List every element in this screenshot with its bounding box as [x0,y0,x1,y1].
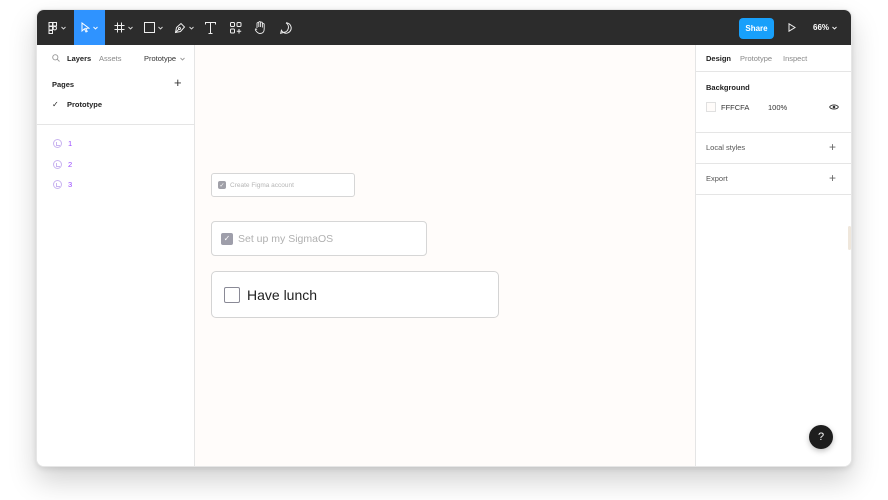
shape-tool-icon[interactable] [140,10,166,45]
tab-assets[interactable]: Assets [99,54,122,63]
add-style-icon[interactable]: + [829,141,836,153]
share-button[interactable]: Share [739,18,774,39]
todo-card-2[interactable]: ✓ Set up my SigmaOS [211,221,427,256]
page-dropdown-label: Prototype [144,54,177,63]
chevron-down-icon [61,26,66,30]
divider [696,163,851,164]
background-opacity[interactable]: 100% [768,103,787,112]
help-button[interactable]: ? [809,425,833,449]
page-dropdown[interactable]: Prototype [144,54,186,63]
background-title: Background [706,83,750,92]
chevron-down-icon [189,26,194,30]
toolbar: Share 66% [37,10,851,45]
component-icon [53,139,62,148]
move-tool-icon[interactable] [74,10,105,45]
background-swatch[interactable] [706,102,716,112]
chevron-down-icon [93,26,98,30]
resources-icon[interactable] [227,10,245,45]
layer-item-3[interactable]: 3 [53,180,72,189]
chevron-down-icon [180,57,186,61]
checkbox-checked-icon[interactable]: ✓ [221,232,233,245]
play-icon[interactable] [785,10,799,45]
layer-label: 2 [68,160,73,169]
export-title: Export [706,174,728,183]
layer-item-2[interactable]: 2 [53,160,72,169]
todo-label: Set up my SigmaOS [238,232,334,245]
canvas[interactable]: ✓ Create Figma account ✓ Set up my Sigma… [195,45,695,466]
tab-inspect[interactable]: Inspect [783,54,807,63]
todo-card-3[interactable]: Have lunch [211,271,499,318]
tab-layers[interactable]: Layers [67,54,91,63]
divider [696,71,851,72]
checkbox-unchecked-icon[interactable] [224,286,240,303]
eye-icon[interactable] [829,103,839,111]
todo-card-1[interactable]: ✓ Create Figma account [211,173,355,197]
local-styles-title: Local styles [706,143,746,152]
todo-label: Have lunch [247,286,318,303]
divider [696,194,851,195]
page-item-label: Prototype [67,100,103,109]
component-icon [53,180,62,189]
hand-tool-icon[interactable] [251,10,269,45]
comment-tool-icon[interactable] [277,10,295,45]
zoom-level: 66% [813,23,830,32]
pages-title: Pages [52,80,75,89]
tab-prototype[interactable]: Prototype [740,54,772,63]
add-export-icon[interactable]: + [829,172,836,184]
scrollbar[interactable] [848,226,851,250]
checkbox-checked-icon[interactable]: ✓ [218,181,226,189]
component-icon [53,160,62,169]
chevron-down-icon [157,26,163,30]
chevron-down-icon [127,26,133,30]
right-panel: Design Prototype Inspect Background FFFC… [695,45,851,466]
frame-tool-icon[interactable] [110,10,136,45]
layer-label: 1 [68,139,73,148]
text-tool-icon[interactable] [201,10,219,45]
add-page-icon[interactable]: + [174,76,182,90]
layer-label: 3 [68,180,73,189]
search-icon[interactable] [52,54,60,62]
divider [37,124,195,125]
chevron-down-icon [832,26,837,30]
zoom-dropdown[interactable]: 66% [813,10,837,45]
main-menu-icon[interactable] [43,10,71,45]
pen-tool-icon[interactable] [171,10,197,45]
divider [696,132,851,133]
background-hex[interactable]: FFFCFA [721,103,749,112]
figma-window: Share 66% Layers Assets Prototype Pages … [36,9,852,467]
checkmark-icon: ✓ [52,100,59,109]
layer-item-1[interactable]: 1 [53,139,72,148]
left-panel-tabs: Layers Assets Prototype [37,45,195,71]
tab-design[interactable]: Design [706,54,731,63]
todo-label: Create Figma account [230,181,294,189]
page-item-prototype[interactable]: ✓ Prototype [52,100,102,109]
left-panel: Layers Assets Prototype Pages + ✓ Protot… [37,45,195,466]
